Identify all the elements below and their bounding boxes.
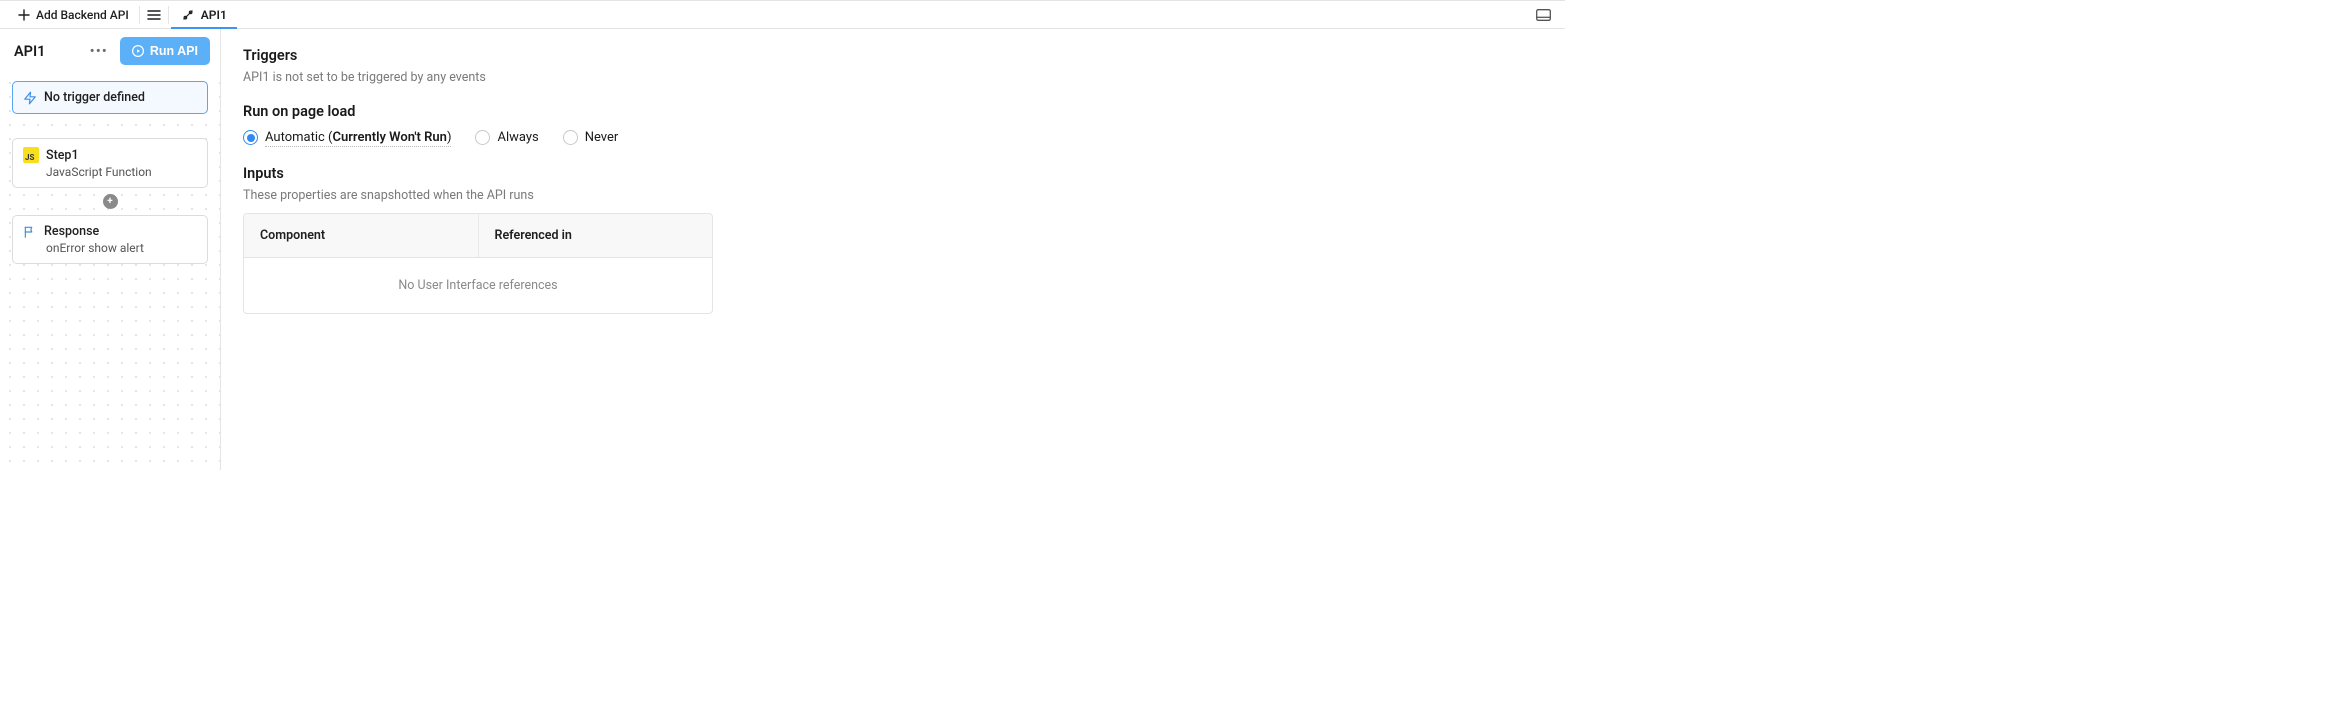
- ellipsis-icon: •••: [90, 42, 108, 60]
- radio-icon: [563, 130, 578, 145]
- sidebar-header: API1 ••• Run API: [0, 29, 220, 73]
- panel-icon: [1536, 9, 1551, 21]
- step-subtitle: JavaScript Function: [46, 165, 197, 179]
- add-backend-api-button[interactable]: Add Backend API: [10, 1, 137, 28]
- run-api-button[interactable]: Run API: [120, 37, 210, 65]
- add-backend-api-label: Add Backend API: [36, 8, 129, 22]
- top-toolbar: Add Backend API API1: [0, 0, 1565, 29]
- js-badge-icon: JS: [23, 147, 39, 163]
- response-name: Response: [44, 224, 99, 239]
- plug-icon: [181, 8, 195, 22]
- content-panel: Triggers API1 is not set to be triggered…: [221, 29, 1565, 470]
- sidebar-body: No trigger defined JS Step1 JavaScript F…: [0, 73, 220, 470]
- trigger-card[interactable]: No trigger defined: [12, 81, 208, 114]
- col-component: Component: [244, 214, 479, 257]
- play-icon: [132, 45, 144, 57]
- triggers-title: Triggers: [243, 47, 1543, 64]
- response-subtitle: onError show alert: [46, 241, 197, 255]
- run-on-page-load-options: Automatic (Currently Won't Run) Always N…: [243, 130, 1543, 145]
- run-api-label: Run API: [150, 44, 198, 58]
- inputs-table: Component Referenced in No User Interfac…: [243, 213, 713, 314]
- radio-always[interactable]: Always: [475, 130, 538, 145]
- run-on-page-load-title: Run on page load: [243, 103, 1543, 120]
- more-button[interactable]: •••: [86, 40, 112, 62]
- triggers-subtitle: API1 is not set to be triggered by any e…: [243, 70, 1543, 85]
- response-card[interactable]: Response onError show alert: [12, 215, 208, 264]
- radio-automatic[interactable]: Automatic (Currently Won't Run): [243, 130, 451, 145]
- trigger-card-label: No trigger defined: [44, 90, 145, 105]
- radio-icon: [475, 130, 490, 145]
- radio-always-label: Always: [497, 130, 538, 145]
- plus-icon: [18, 9, 30, 21]
- flag-icon: [23, 225, 37, 239]
- step-card-step1[interactable]: JS Step1 JavaScript Function: [12, 138, 208, 188]
- api-name-title: API1: [14, 43, 78, 60]
- sidebar: API1 ••• Run API No trigger defined: [0, 29, 221, 470]
- inputs-title: Inputs: [243, 165, 1543, 182]
- toolbar-divider: [139, 6, 140, 24]
- tab-label: API1: [201, 8, 227, 22]
- main-layout: API1 ••• Run API No trigger defined: [0, 29, 1565, 470]
- radio-never-label: Never: [585, 130, 619, 145]
- plus-icon: +: [107, 196, 112, 207]
- list-icon: [147, 9, 161, 21]
- radio-icon: [243, 130, 258, 145]
- toolbar-divider: [168, 6, 169, 24]
- panel-toggle-button[interactable]: [1531, 3, 1555, 27]
- step-name: Step1: [46, 148, 79, 163]
- col-referenced-in: Referenced in: [479, 214, 713, 257]
- add-step-button[interactable]: +: [103, 194, 118, 209]
- inputs-subtitle: These properties are snapshotted when th…: [243, 188, 1543, 203]
- radio-never[interactable]: Never: [563, 130, 619, 145]
- radio-automatic-label: Automatic (Currently Won't Run): [265, 130, 451, 145]
- inputs-empty-state: No User Interface references: [244, 258, 712, 313]
- lightning-icon: [23, 91, 37, 105]
- tab-api1[interactable]: API1: [171, 1, 237, 28]
- list-icon-button[interactable]: [142, 3, 166, 27]
- inputs-table-header: Component Referenced in: [244, 214, 712, 258]
- add-step-connector: +: [12, 194, 208, 209]
